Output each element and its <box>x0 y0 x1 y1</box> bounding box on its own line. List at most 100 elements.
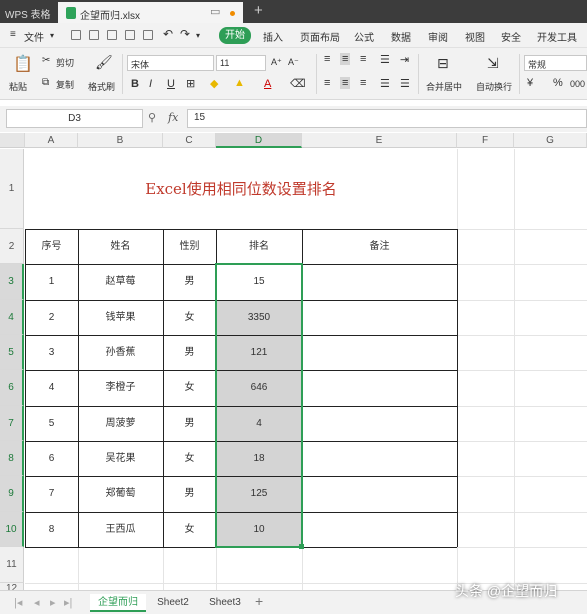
highlight-icon[interactable]: ▲ <box>234 77 245 89</box>
wrap-text-button[interactable]: 自动换行 <box>476 80 512 93</box>
cell-reference-box[interactable]: D3 <box>6 109 143 128</box>
font-color-button[interactable]: A <box>264 78 271 90</box>
data-cell-remark[interactable] <box>302 300 457 335</box>
file-tab[interactable]: 企望而归.xlsx ▭ <box>58 0 243 23</box>
row-header-8[interactable]: 8 <box>0 441 24 476</box>
sheet-tab-1[interactable]: 企望而归 <box>90 594 146 612</box>
menu-review[interactable]: 审阅 <box>428 29 448 44</box>
merge-center-icon[interactable]: ⊟ <box>437 55 449 72</box>
data-cell-remark[interactable] <box>302 441 457 476</box>
copy-button[interactable]: 复制 <box>56 78 74 91</box>
monitor-icon[interactable]: ▭ <box>210 5 220 18</box>
data-cell[interactable]: 女 <box>163 441 216 476</box>
spreadsheet-grid[interactable]: ABCDEFG123456789101112131415Excel使用相同位数设… <box>0 133 587 590</box>
export-icon[interactable] <box>107 30 117 40</box>
paste-icon[interactable]: 📋 <box>13 54 33 74</box>
font-shrink-button[interactable]: A⁻ <box>288 57 299 68</box>
data-cell[interactable]: 7 <box>25 476 78 512</box>
align-center-icon[interactable]: ≡ <box>340 77 351 89</box>
menu-formulas[interactable]: 公式 <box>354 29 374 44</box>
quick-access-chevron-icon[interactable]: ▾ <box>196 31 200 40</box>
print-icon[interactable] <box>125 30 135 40</box>
menu-start-tab[interactable]: 开始 <box>219 27 251 44</box>
sheet-tab-2[interactable]: Sheet2 <box>150 594 196 612</box>
menu-security[interactable]: 安全 <box>501 29 521 44</box>
data-cell-remark[interactable] <box>302 512 457 547</box>
header-cell[interactable]: 序号 <box>25 229 78 264</box>
data-cell[interactable]: 周菠萝 <box>78 406 163 441</box>
menu-view[interactable]: 视图 <box>465 29 485 44</box>
header-cell[interactable]: 姓名 <box>78 229 163 264</box>
data-cell[interactable]: 孙香蕉 <box>78 335 163 370</box>
align-middle-icon[interactable]: ≡ <box>340 53 351 65</box>
column-header-b[interactable]: B <box>78 133 163 148</box>
paste-button[interactable]: 粘贴 <box>9 80 27 93</box>
row-header-3[interactable]: 3 <box>0 264 24 300</box>
row-header-9[interactable]: 9 <box>0 476 24 512</box>
row-header-2[interactable]: 2 <box>0 229 24 264</box>
align-left-icon[interactable]: ≡ <box>324 77 330 89</box>
column-header-f[interactable]: F <box>457 133 514 148</box>
row-header-7[interactable]: 7 <box>0 406 24 441</box>
first-sheet-icon[interactable]: |◂ <box>14 596 22 609</box>
data-cell-remark[interactable] <box>302 406 457 441</box>
bold-button[interactable]: B <box>131 78 139 90</box>
data-cell[interactable]: 男 <box>163 264 216 300</box>
last-sheet-icon[interactable]: ▸| <box>64 596 72 609</box>
sheet-tab-3[interactable]: Sheet3 <box>202 594 248 612</box>
data-cell[interactable]: 8 <box>25 512 78 547</box>
data-cell[interactable]: 王西瓜 <box>78 512 163 547</box>
merge-center-button[interactable]: 合并居中 <box>426 80 462 93</box>
data-cell[interactable]: 6 <box>25 441 78 476</box>
align-bottom-icon[interactable]: ≡ <box>360 53 366 65</box>
chevron-down-icon[interactable]: ▾ <box>50 31 54 40</box>
font-size-select[interactable]: 11 <box>216 55 266 71</box>
undo-icon[interactable]: ↶ <box>163 27 173 41</box>
indent-icon[interactable]: ⇥ <box>400 53 409 66</box>
currency-icon[interactable]: ¥ <box>527 77 533 89</box>
thousands-button[interactable]: 000 <box>570 79 585 89</box>
number-format-select[interactable]: 常规 <box>524 55 587 71</box>
row-header-1[interactable]: 1 <box>0 149 24 229</box>
borders-icon[interactable]: ⊞ <box>186 77 195 90</box>
menu-developer[interactable]: 开发工具 <box>537 29 577 44</box>
data-cell[interactable]: 2 <box>25 300 78 335</box>
data-cell[interactable]: 郑葡萄 <box>78 476 163 512</box>
fill-color-icon[interactable]: ◆ <box>210 77 218 90</box>
row-header-6[interactable]: 6 <box>0 370 24 406</box>
data-cell[interactable]: 女 <box>163 370 216 406</box>
row-header-10[interactable]: 10 <box>0 512 24 547</box>
wrap-lines-icon[interactable]: ☰ <box>380 53 390 66</box>
justify-icon[interactable]: ☰ <box>380 77 390 90</box>
zoom-magnifier-icon[interactable]: ⚲ <box>148 111 156 124</box>
menu-insert[interactable]: 插入 <box>263 29 283 44</box>
hamburger-menu-icon[interactable]: ≡ <box>10 29 16 40</box>
underline-button[interactable]: U <box>167 78 175 90</box>
column-header-d[interactable]: D <box>216 133 302 148</box>
percent-button[interactable]: % <box>553 77 563 89</box>
prev-sheet-icon[interactable]: ◂ <box>34 596 40 609</box>
data-cell[interactable]: 男 <box>163 476 216 512</box>
data-cell[interactable]: 女 <box>163 300 216 335</box>
format-painter-button[interactable]: 格式刷 <box>88 80 115 93</box>
add-sheet-plus-icon[interactable]: + <box>255 593 263 609</box>
folder-icon[interactable] <box>71 30 81 40</box>
column-header-g[interactable]: G <box>514 133 587 148</box>
data-cell[interactable]: 李橙子 <box>78 370 163 406</box>
align-top-icon[interactable]: ≡ <box>324 53 330 65</box>
function-button[interactable]: fx <box>168 111 178 124</box>
data-cell[interactable]: 1 <box>25 264 78 300</box>
scissors-icon[interactable]: ✂ <box>42 55 50 66</box>
data-cell[interactable]: 吴花果 <box>78 441 163 476</box>
eraser-icon[interactable]: ⌫ <box>290 77 306 90</box>
align-right-icon[interactable]: ≡ <box>360 77 366 89</box>
data-cell[interactable]: 男 <box>163 406 216 441</box>
copy-icon[interactable]: ⧉ <box>42 77 49 88</box>
row-header-12[interactable]: 12 <box>0 583 24 590</box>
distribute-icon[interactable]: ☰ <box>400 77 410 90</box>
row-header-4[interactable]: 4 <box>0 300 24 335</box>
data-cell[interactable]: 女 <box>163 512 216 547</box>
data-cell[interactable]: 钱苹果 <box>78 300 163 335</box>
new-tab-plus-icon[interactable]: + <box>254 2 263 19</box>
menu-page-layout[interactable]: 页面布局 <box>300 29 340 44</box>
